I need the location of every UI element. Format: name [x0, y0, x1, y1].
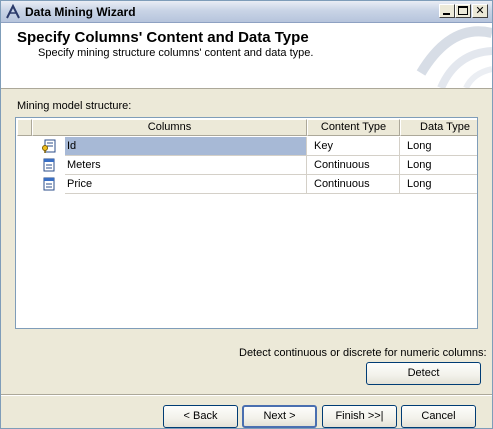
column-icon — [43, 177, 55, 191]
page-title: Specify Columns' Content and Data Type — [17, 29, 309, 46]
maximize-icon — [458, 6, 468, 15]
footer-divider — [1, 394, 492, 396]
minimize-icon — [443, 13, 450, 15]
wizard-app-icon — [5, 3, 21, 20]
finish-button[interactable]: Finish >>| — [322, 405, 397, 428]
next-button[interactable]: Next > — [242, 405, 317, 428]
cancel-button[interactable]: Cancel — [401, 405, 476, 428]
content-type-cell[interactable]: Continuous — [307, 175, 400, 194]
content-type-header[interactable]: Content Type — [307, 119, 400, 136]
close-icon: ✕ — [475, 5, 485, 17]
detect-button[interactable]: Detect — [366, 362, 481, 385]
detect-label: Detect continuous or discrete for numeri… — [239, 347, 487, 359]
table-row[interactable]: Price Continuous Long — [16, 175, 477, 194]
window-title: Data Mining Wizard — [25, 5, 136, 19]
page-subtitle: Specify mining structure columns' conten… — [38, 47, 314, 59]
table-row[interactable]: Meters Continuous Long — [16, 156, 477, 175]
header-decoration-icon — [416, 26, 492, 88]
wizard-window: Data Mining Wizard ✕ Specify Columns' Co… — [0, 0, 493, 429]
column-icon — [43, 158, 55, 172]
wizard-header: Specify Columns' Content and Data Type S… — [1, 23, 492, 89]
row-icon-cell — [17, 137, 65, 156]
column-name-cell[interactable]: Id — [65, 137, 307, 156]
data-type-cell[interactable]: Long — [400, 175, 477, 194]
column-name-cell[interactable]: Price — [65, 175, 307, 194]
row-icon-cell — [17, 175, 65, 194]
table-row[interactable]: Id Key Long — [16, 137, 477, 156]
row-selector-header — [17, 119, 32, 136]
content-type-cell[interactable]: Continuous — [307, 156, 400, 175]
columns-header[interactable]: Columns — [32, 119, 307, 136]
column-name-cell[interactable]: Meters — [65, 156, 307, 175]
row-icon-cell — [17, 156, 65, 175]
back-button[interactable]: < Back — [163, 405, 238, 428]
grid-header: Columns Content Type Data Type — [16, 118, 477, 136]
data-type-cell[interactable]: Long — [400, 156, 477, 175]
data-type-header[interactable]: Data Type — [400, 119, 477, 136]
content-type-cell[interactable]: Key — [307, 137, 400, 156]
structure-grid: Columns Content Type Data Type Id Key Lo… — [15, 117, 478, 329]
minimize-button[interactable] — [439, 4, 455, 18]
structure-label: Mining model structure: — [17, 100, 132, 112]
key-column-icon — [42, 139, 56, 153]
close-button[interactable]: ✕ — [472, 4, 488, 18]
title-bar[interactable]: Data Mining Wizard ✕ — [1, 1, 492, 23]
data-type-cell[interactable]: Long — [400, 137, 477, 156]
maximize-button[interactable] — [455, 4, 471, 18]
